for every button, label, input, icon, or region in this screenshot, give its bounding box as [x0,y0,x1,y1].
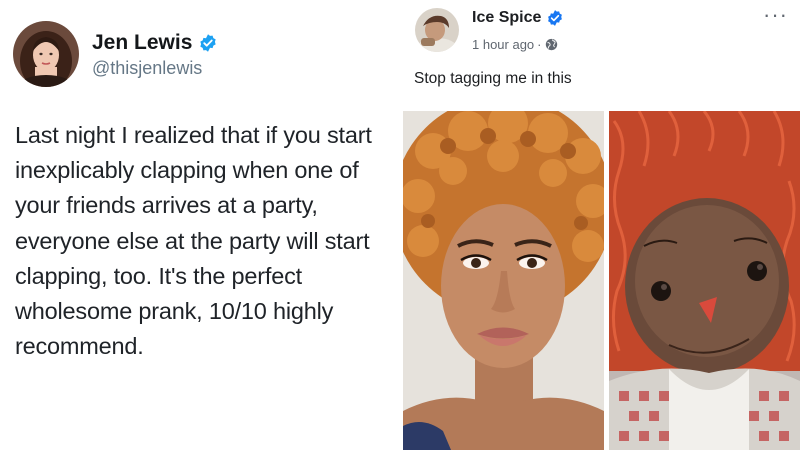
tweet-author-handle[interactable]: @thisjenlewis [92,58,202,79]
verified-badge-icon [198,33,218,53]
tweet-text: Last night I realized that if you start … [15,122,372,360]
globe-icon [545,38,558,51]
post-author-row: Ice Spice [472,9,564,27]
post-author-name[interactable]: Ice Spice [472,9,541,27]
post-meta: 1 hour ago · [472,37,558,52]
facebook-post: Ice Spice 1 hour ago · ··· Stop tagging … [403,0,800,450]
post-author-avatar[interactable] [415,8,459,52]
more-options-button[interactable]: ··· [763,2,788,28]
verified-badge-icon [546,9,564,27]
tweet-card: Jen Lewis @thisjenlewis Last night I rea… [0,0,403,450]
tweet-author-row: Jen Lewis [92,31,218,55]
post-photo-rag-doll[interactable] [609,111,800,450]
meta-separator: · [537,37,542,52]
tweet-author-avatar[interactable] [13,21,79,87]
post-caption: Stop tagging me in this [414,70,572,87]
tweet-author-name[interactable]: Jen Lewis [92,31,192,55]
post-timestamp[interactable]: 1 hour ago [472,37,534,52]
post-photo-woman[interactable] [403,111,604,450]
